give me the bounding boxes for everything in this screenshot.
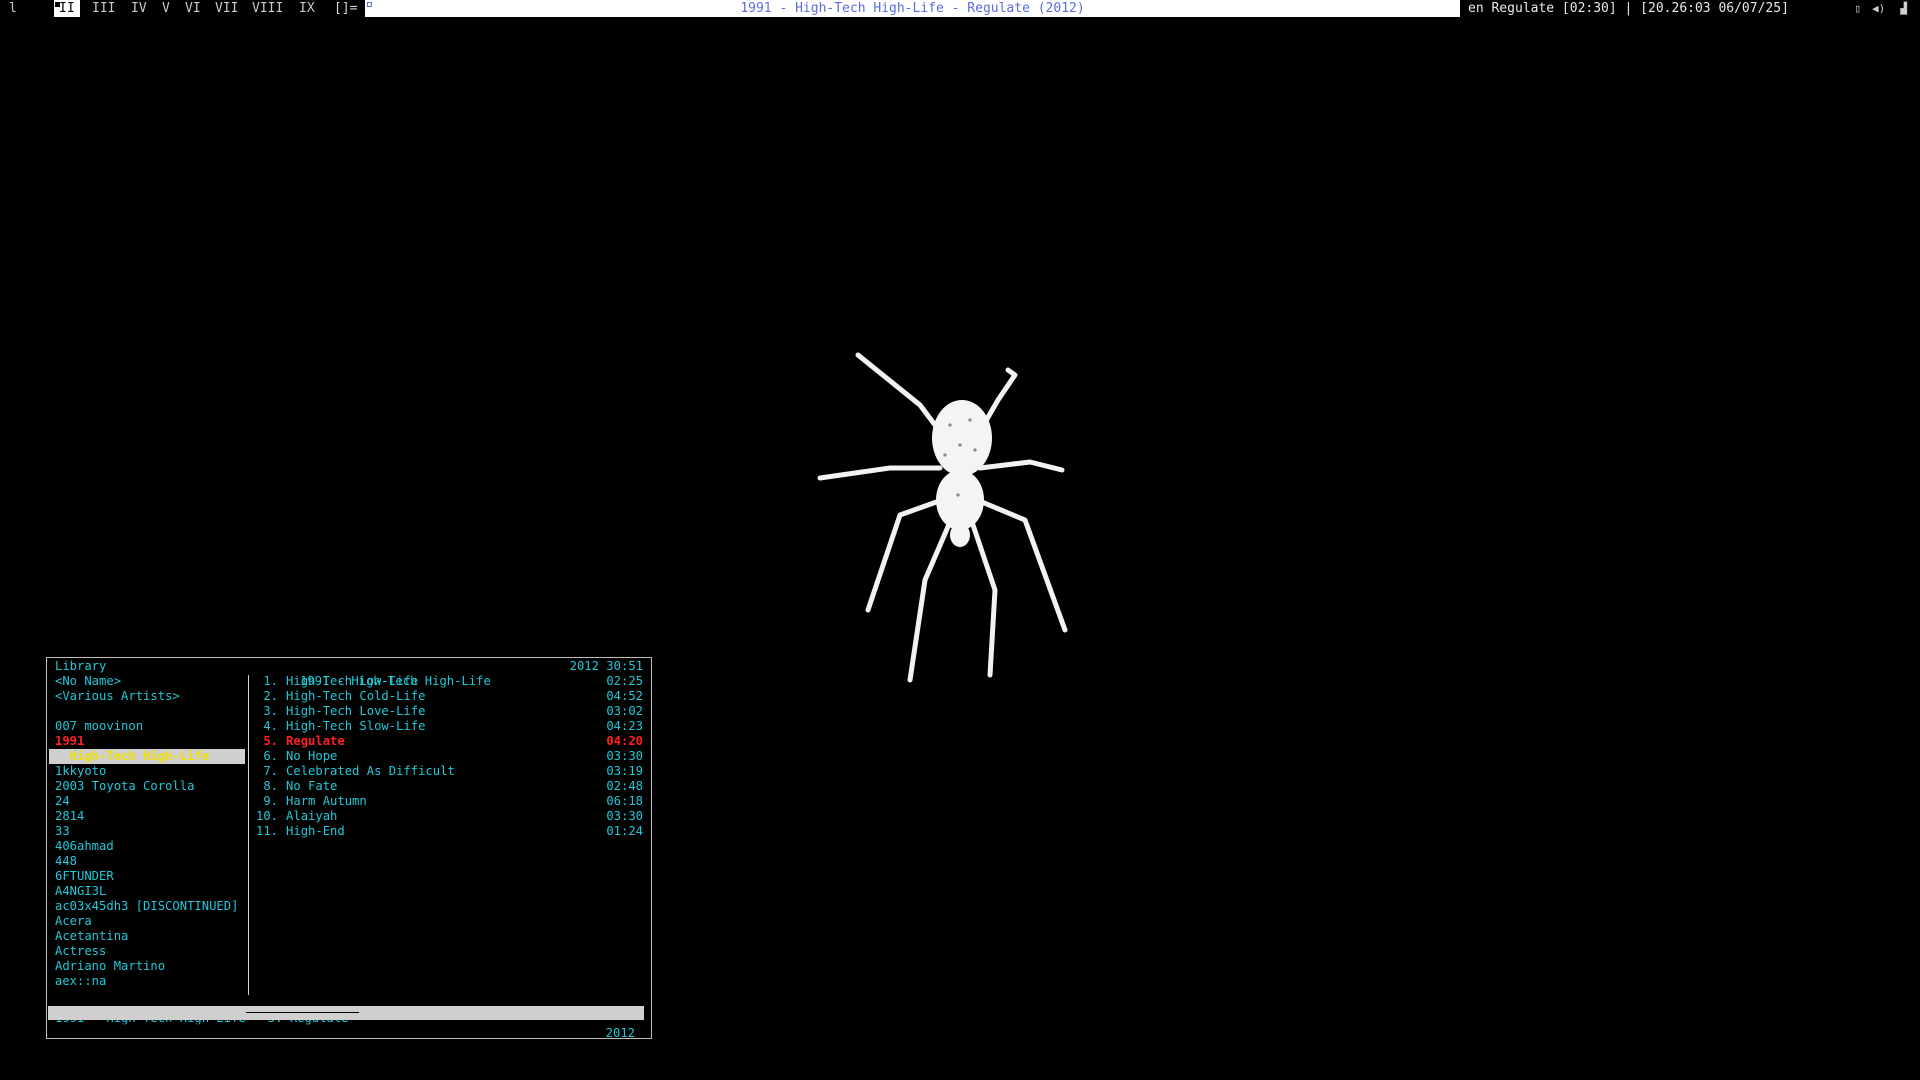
track-number: 2. — [256, 689, 279, 703]
track-duration: 03:02 — [606, 704, 643, 718]
track-title: High-Tech Cold-Life — [286, 689, 426, 703]
track-duration: 02:25 — [606, 674, 643, 688]
track-duration: 01:24 — [606, 824, 643, 838]
layout-indicator[interactable]: []= — [334, 0, 357, 17]
track-row[interactable]: 11. High-End 01:24 — [256, 824, 643, 839]
artist-item[interactable]: Actress — [55, 944, 106, 959]
status-text: en Regulate [02:30] | [20.26:03 06/07/25… — [1468, 1, 1789, 16]
track-title: No Hope — [286, 749, 338, 763]
cmus-player-window[interactable]: Library <No Name> <Various Artists> 007 mo… — [46, 657, 652, 1062]
progress-bar[interactable] — [246, 1012, 359, 1013]
workspace-tag[interactable]: l — [4, 0, 22, 17]
playback-position: > -01:47 / 04:20 833 kbps — [53, 1020, 244, 1034]
artist-item[interactable]: ac03x45dh3 [DISCONTINUED] — [55, 899, 238, 914]
track-title: High-Tech Slow-Life — [286, 719, 426, 733]
artist-item[interactable]: Acetantina — [55, 929, 128, 944]
artist-item[interactable]: 2814 — [55, 809, 84, 824]
window-title-bar[interactable]: 1991 - High-Tech High-Life - Regulate (2… — [365, 0, 1460, 17]
track-list-pane[interactable]: 1991 - High-Tech High-Life 2012 30:51 1.… — [252, 658, 647, 988]
track-title: Alaiyah — [286, 809, 338, 823]
player-modes: repeat current | 90% | CFR — [439, 1048, 630, 1062]
floating-indicator-icon — [367, 2, 372, 7]
artist-item[interactable]: 2003 Toyota Corolla — [55, 779, 194, 794]
artist-item[interactable]: 6FTUNDER — [55, 869, 114, 884]
artist-item[interactable]: 1991 — [55, 734, 84, 749]
track-number: 4. — [256, 719, 279, 733]
library-header: Library — [55, 659, 107, 673]
track-duration: 04:52 — [606, 689, 643, 703]
track-number: 10. — [256, 809, 279, 823]
workspace-tag[interactable]: VII — [210, 0, 243, 17]
track-row[interactable]: 10. Alaiyah 03:30 — [256, 809, 643, 824]
workspace-tag[interactable]: VIII — [247, 0, 288, 17]
player-status-bar: > -01:47 / 04:20 833 kbps repeat current… — [48, 1006, 644, 1062]
track-title: High-End — [286, 824, 345, 838]
network-icon[interactable]: ▟ — [1897, 2, 1910, 15]
track-number: 7. — [256, 764, 279, 778]
track-duration: 02:48 — [606, 779, 643, 793]
track-duration: 03:19 — [606, 764, 643, 778]
artist-item[interactable]: <Various Artists> — [55, 689, 180, 704]
artist-item[interactable]: 007 moovinon — [55, 719, 143, 734]
track-row[interactable]: 9. Harm Autumn 06:18 — [256, 794, 643, 809]
status-bar: l II III IV V VI VII VIII IX []= 1991 - High-Tec… — [0, 0, 1920, 17]
track-number: 6. — [256, 749, 279, 763]
battery-icon[interactable]: ▯ — [1851, 2, 1864, 15]
artist-item[interactable]: 1kkyoto — [55, 764, 106, 779]
track-duration: 04:20 — [606, 734, 643, 748]
workspace-tag[interactable]: IV — [126, 0, 152, 17]
track-duration: 06:18 — [606, 794, 643, 808]
now-playing-year: 2012 — [605, 1026, 635, 1040]
track-number: 3. — [256, 704, 279, 718]
track-row[interactable]: 5. Regulate 04:20 — [256, 734, 643, 749]
track-number: 5. — [256, 734, 279, 748]
track-duration: 03:30 — [606, 809, 643, 823]
track-title: Regulate — [286, 734, 345, 748]
track-row[interactable]: 3. High-Tech Love-Life 03:02 — [256, 704, 643, 719]
window-title: 1991 - High-Tech High-Life - Regulate (2… — [740, 1, 1085, 16]
track-title: No Fate — [286, 779, 338, 793]
track-row[interactable]: 7. Celebrated As Difficult 03:19 — [256, 764, 643, 779]
track-number: 8. — [256, 779, 279, 793]
track-duration: 03:30 — [606, 749, 643, 763]
track-title: Celebrated As Difficult — [286, 764, 455, 778]
artist-item[interactable]: 33 — [55, 824, 70, 839]
workspace-tag[interactable]: III — [87, 0, 120, 17]
artist-item[interactable]: 448 — [55, 854, 77, 869]
artist-item[interactable]: A4NGI3L — [55, 884, 106, 899]
album-header: 1991 - High-Tech High-Life 2012 30:51 — [256, 659, 643, 688]
track-row[interactable]: 1. High-Tech Low-Life 02:25 — [256, 674, 643, 689]
artist-item[interactable]: <No Name> — [55, 674, 121, 689]
album-header-meta: 2012 30:51 — [569, 659, 643, 673]
album-item[interactable]: High-Tech High-Life — [49, 749, 245, 764]
track-duration: 04:23 — [606, 719, 643, 733]
spider-wallpaper-image — [817, 352, 1068, 683]
occupied-indicator-icon — [55, 2, 60, 7]
artist-item[interactable]: aex::na — [55, 974, 106, 989]
track-row[interactable]: 2. High-Tech Cold-Life 04:52 — [256, 689, 643, 704]
workspace-tag[interactable]: V — [157, 0, 175, 17]
track-number: 1. — [256, 674, 279, 688]
track-title: High-Tech Low-Life — [286, 674, 419, 688]
library-tree-pane[interactable]: Library <No Name> <Various Artists> 007 mo… — [47, 658, 247, 988]
artist-item[interactable]: Adriano Martino — [55, 959, 165, 974]
workspace-tag[interactable]: II — [54, 0, 80, 17]
volume-icon[interactable]: ◀) — [1872, 2, 1885, 15]
artist-item[interactable]: Acera — [55, 914, 92, 929]
track-title: High-Tech Love-Life — [286, 704, 426, 718]
track-number: 9. — [256, 794, 279, 808]
track-row[interactable]: 8. No Fate 02:48 — [256, 779, 643, 794]
track-number: 11. — [256, 824, 279, 838]
workspace-tag[interactable]: VI — [180, 0, 206, 17]
artist-item[interactable]: 406ahmad — [55, 839, 114, 854]
track-row[interactable]: 4. High-Tech Slow-Life 04:23 — [256, 719, 643, 734]
track-title: Harm Autumn — [286, 794, 367, 808]
artist-item[interactable]: 24 — [55, 794, 70, 809]
track-row[interactable]: 6. No Hope 03:30 — [256, 749, 643, 764]
pane-divider — [248, 675, 249, 995]
workspace-tag[interactable]: IX — [294, 0, 320, 17]
